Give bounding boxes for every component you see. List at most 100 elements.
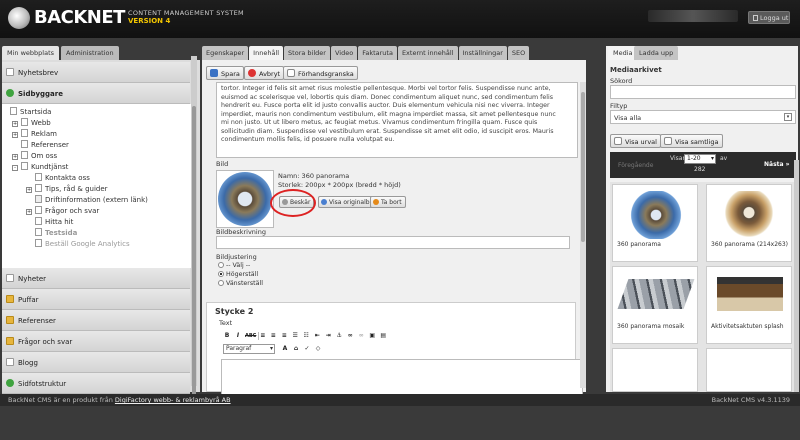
show-selection-button[interactable]: Visa urval <box>610 134 661 148</box>
tab-video[interactable]: Video <box>330 46 358 60</box>
remove-image-button[interactable]: Ta bort <box>370 196 406 208</box>
show-all-button[interactable]: Visa samtliga <box>660 134 723 148</box>
content-scrollbar[interactable] <box>580 82 586 388</box>
logout-button[interactable]: Logga ut <box>748 11 790 24</box>
text-editor-area[interactable]: tortor. Integer id felis sit amet risus … <box>216 82 578 158</box>
tab-faktaruta[interactable]: Faktaruta <box>358 46 397 60</box>
page-range-select[interactable]: 1-20 ▾ <box>684 154 716 164</box>
expand-icon[interactable]: + <box>12 154 18 160</box>
footer-link[interactable]: DigiFactory webb- & reklambyrå AB <box>115 396 231 404</box>
image-description-input[interactable] <box>216 236 570 249</box>
media-item[interactable]: 360 panorama (214x263) <box>706 184 792 262</box>
tree-node-driftinformation[interactable]: Driftinformation (extern länk) <box>35 195 148 205</box>
image-icon[interactable]: ▣ <box>368 332 376 340</box>
tree-label: Om oss <box>31 152 58 160</box>
nav-item-newsletter[interactable]: Nyhetsbrev <box>2 62 190 83</box>
footer-text: BackNet CMS är en produkt från <box>8 396 113 404</box>
tab-innehall[interactable]: Innehåll <box>249 46 284 60</box>
tree-node-startsida[interactable]: Startsida <box>10 107 51 117</box>
section-text-editor[interactable] <box>221 359 583 397</box>
radio-label: Vänsterställ <box>226 280 263 287</box>
nav-item-puffar[interactable]: Puffar <box>2 289 190 310</box>
spellcheck-icon[interactable]: ✓ <box>303 345 311 353</box>
paste-icon[interactable]: ▤ <box>379 332 387 340</box>
tree-node-kontakta-oss[interactable]: Kontakta oss <box>35 173 90 183</box>
link-icon[interactable]: ∞ <box>346 332 354 340</box>
nav-label: Frågor och svar <box>18 338 73 346</box>
left-scrollbar[interactable] <box>191 56 197 396</box>
align-option-right[interactable]: Högerställ <box>218 271 258 278</box>
expand-icon[interactable]: + <box>26 187 32 193</box>
next-link[interactable]: Nästa » <box>764 161 790 168</box>
tree-node-hitta-hit[interactable]: Hitta hit <box>35 217 73 227</box>
previous-link[interactable]: Föregående <box>618 162 653 169</box>
tree-node-tips[interactable]: + Tips, råd & guider <box>26 184 108 194</box>
expand-icon[interactable]: + <box>12 121 18 127</box>
scroll-thumb[interactable] <box>192 106 196 396</box>
tree-node-fragor[interactable]: + Frågor och svar <box>26 206 99 216</box>
collapse-icon[interactable]: - <box>12 165 18 171</box>
format-value: Paragraf <box>226 345 252 352</box>
tree-node-kundtjanst[interactable]: - Kundtjänst <box>12 162 68 172</box>
align-option-none[interactable]: -- Välj -- <box>218 262 250 269</box>
align-option-left[interactable]: Vänsterställ <box>218 280 263 287</box>
strikethrough-button[interactable]: ABC <box>245 332 256 340</box>
unlink-icon[interactable]: ∞ <box>357 332 365 340</box>
nav-label: Nyheter <box>18 275 47 283</box>
source-icon[interactable]: ◇ <box>314 345 322 353</box>
nav-item-nyheter[interactable]: Nyheter <box>2 268 190 289</box>
expand-icon[interactable]: + <box>26 209 32 215</box>
file-type-select[interactable]: Visa alla ▾ <box>610 110 796 124</box>
scroll-thumb[interactable] <box>581 92 585 242</box>
media-scrollbar[interactable] <box>794 160 799 392</box>
preview-button[interactable]: Förhandsgranska <box>283 66 358 80</box>
align-left-icon[interactable]: ≡ <box>258 332 266 340</box>
section-title: Stycke 2 <box>215 307 254 316</box>
format-select[interactable]: Paragraf ▾ <box>223 344 275 354</box>
bullet-list-icon[interactable]: ☰ <box>291 332 299 340</box>
nav-item-blogg[interactable]: Blogg <box>2 352 190 373</box>
media-caption: 360 panorama mosaik <box>617 323 685 330</box>
search-input[interactable] <box>610 85 796 99</box>
media-item[interactable]: 360 panorama <box>612 184 698 262</box>
nav-label: Referenser <box>18 317 56 325</box>
nav-item-sidfotstruktur[interactable]: Sidfotstruktur <box>2 373 190 394</box>
expand-icon[interactable]: + <box>12 132 18 138</box>
tab-externt-innehall[interactable]: Externt innehåll <box>397 46 458 60</box>
media-thumbnail <box>723 191 775 239</box>
font-color-icon[interactable]: A <box>281 345 289 353</box>
cancel-button[interactable]: Avbryt <box>244 66 285 80</box>
tree-node-webb[interactable]: + Webb <box>12 118 51 128</box>
tab-installningar[interactable]: Inställningar <box>458 46 507 60</box>
html-icon[interactable]: ⌂ <box>292 345 300 353</box>
tab-stora-bilder[interactable]: Stora bilder <box>284 46 330 60</box>
tab-egenskaper[interactable]: Egenskaper <box>202 46 249 60</box>
media-item[interactable] <box>612 348 698 392</box>
tree-node-testsida[interactable]: Testsida <box>35 228 77 238</box>
media-item[interactable]: Aktivitetsaktuten splash <box>706 266 792 344</box>
anchor-icon[interactable]: ⚓ <box>335 332 343 340</box>
bold-button[interactable]: B <box>223 332 231 340</box>
nav-item-page-builder[interactable]: Sidbyggare <box>2 83 190 104</box>
tree-node-google-analytics[interactable]: Beställ Google Analytics <box>35 239 130 249</box>
tab-seo[interactable]: SEO <box>507 46 530 60</box>
italic-button[interactable]: I <box>234 332 242 340</box>
image-alignment-label: Bildjustering <box>216 253 257 261</box>
outdent-icon[interactable]: ⇤ <box>313 332 321 340</box>
indent-icon[interactable]: ⇥ <box>324 332 332 340</box>
media-panel: Media Ladda upp Mediaarkivet Sökord Filt… <box>606 46 798 392</box>
media-item[interactable]: 360 panorama mosaik <box>612 266 698 344</box>
align-right-icon[interactable]: ≡ <box>280 332 288 340</box>
tab-my-site[interactable]: Min webbplats <box>2 46 60 60</box>
nav-item-referenser[interactable]: Referenser <box>2 310 190 331</box>
media-item[interactable] <box>706 348 792 392</box>
tree-node-reklam[interactable]: + Reklam <box>12 129 57 139</box>
nav-item-fragor-och-svar[interactable]: Frågor och svar <box>2 331 190 352</box>
tree-node-om-oss[interactable]: + Om oss <box>12 151 57 161</box>
tree-node-referenser[interactable]: Referenser <box>21 140 69 150</box>
tab-administration[interactable]: Administration <box>61 46 119 60</box>
align-center-icon[interactable]: ≡ <box>269 332 277 340</box>
save-button[interactable]: Spara <box>206 66 244 80</box>
tab-upload[interactable]: Ladda upp <box>634 46 679 60</box>
numbered-list-icon[interactable]: ☷ <box>302 332 310 340</box>
